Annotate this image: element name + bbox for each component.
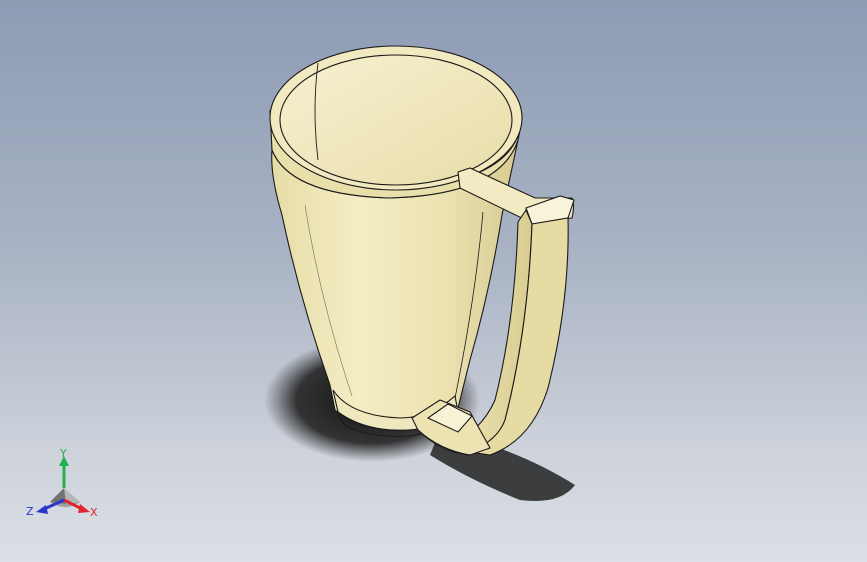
axis-z-label: Z [26, 505, 34, 518]
view-triad[interactable]: Y Z X [26, 447, 102, 524]
axis-z-arrow-icon [36, 498, 65, 514]
axis-y-arrow-icon [59, 456, 69, 488]
graphics-viewport[interactable]: Y Z X [0, 0, 867, 562]
axis-y-label: Y [59, 448, 67, 460]
mug-3d-model-icon[interactable] [0, 0, 867, 562]
axis-x-label: X [90, 506, 98, 519]
